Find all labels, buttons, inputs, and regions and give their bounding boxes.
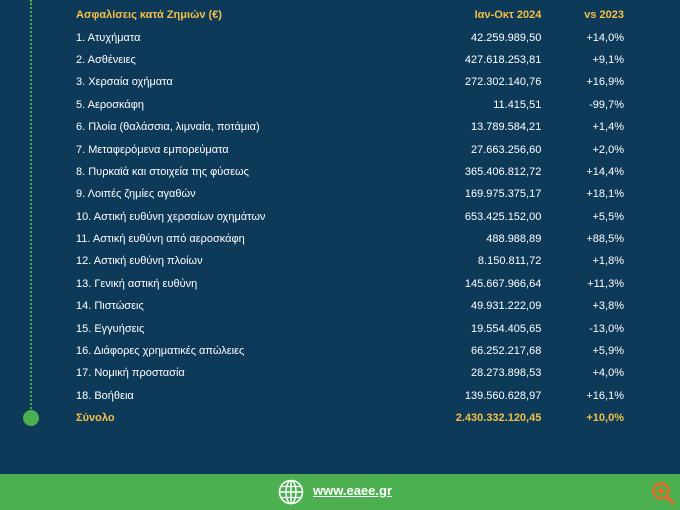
row-value: 27.663.256,60 — [470, 143, 542, 156]
table-row: 17. Νομική προστασία 28.273.898,53 +4,0% — [70, 362, 630, 384]
row-value: 488.988,89 — [486, 233, 542, 246]
row-value: 28.273.898,53 — [470, 367, 542, 380]
header-change: vs 2023 — [584, 9, 624, 22]
table-row: 18. Βοήθεια 139.560.628,97 +16,1% — [70, 385, 630, 407]
row-value: 11.415,51 — [493, 98, 542, 111]
total-change: +10,0% — [586, 412, 624, 425]
table-row: 14. Πιστώσεις 49.931.222,09 +3,8% — [70, 295, 630, 317]
row-value: 66.252.217,68 — [470, 345, 542, 358]
row-label: 10. Αστική ευθύνη χερσαίων οχημάτων — [76, 210, 266, 223]
row-label: 6. Πλοία (θαλάσσια, λιμναία, ποτάμια) — [76, 121, 260, 134]
row-value: 365.406.812,72 — [464, 165, 542, 178]
row-label: 11. Αστική ευθύνη από αεροσκάφη — [76, 233, 245, 246]
row-value: 8.150.811,72 — [477, 255, 542, 268]
row-change: +16,1% — [586, 389, 624, 402]
row-change: +14,4% — [586, 165, 624, 178]
total-row: Σύνολο 2.430.332.120,45 +10,0% — [70, 407, 630, 429]
row-value: 145.667.966,64 — [464, 277, 542, 290]
row-change: +5,5% — [592, 210, 625, 223]
row-change: +88,5% — [586, 233, 624, 246]
table-row: 11. Αστική ευθύνη από αεροσκάφη 488.988,8… — [70, 228, 630, 250]
table-row: 12. Αστική ευθύνη πλοίων 8.150.811,72 +1,8… — [70, 250, 630, 272]
row-change: -13,0% — [589, 322, 624, 335]
row-value: 427.618.253,81 — [464, 53, 542, 66]
row-change: +1,8% — [592, 255, 625, 268]
row-value: 139.560.628,97 — [464, 389, 542, 402]
timeline-line — [30, 0, 32, 412]
table-row: 9. Λοιπές ζημίες αγαθών 169.975.375,17 +18… — [70, 183, 630, 205]
row-change: +18,1% — [586, 188, 624, 201]
row-value: 13.789.584,21 — [470, 121, 542, 134]
row-label: 17. Νομική προστασία — [76, 367, 185, 380]
website-link[interactable]: www.eaee.gr — [313, 483, 392, 498]
total-value: 2.430.332.120,45 — [455, 412, 542, 425]
table-row: 10. Αστική ευθύνη χερσαίων οχημάτων 653.4… — [70, 206, 630, 228]
table-row: 8. Πυρκαϊά και στοιχεία της φύσεως 365.40… — [70, 161, 630, 183]
row-value: 272.302.140,76 — [464, 76, 542, 89]
header-period: Ιαν-Οκτ 2024 — [474, 9, 542, 22]
row-label: 12. Αστική ευθύνη πλοίων — [76, 255, 203, 268]
row-label: 16. Διάφορες χρηματικές απώλειες — [76, 345, 245, 358]
table-row: 3. Χερσαία οχήματα 272.302.140,76 +16,9% — [70, 71, 630, 93]
table-row: 6. Πλοία (θαλάσσια, λιμναία, ποτάμια) 13.… — [70, 116, 630, 138]
row-change: +1,4% — [592, 121, 625, 134]
row-label: 2. Ασθένειες — [76, 53, 136, 66]
row-value: 42.259.989,50 — [470, 31, 542, 44]
row-label: 14. Πιστώσεις — [76, 300, 144, 313]
row-label: 3. Χερσαία οχήματα — [76, 76, 173, 89]
row-change: +2,0% — [592, 143, 625, 156]
row-value: 169.975.375,17 — [464, 188, 542, 201]
footer-bar: www.eaee.gr — [0, 474, 680, 510]
row-value: 49.931.222,09 — [470, 300, 542, 313]
table-row: 5. Αεροσκάφη 11.415,51 -99,7% — [70, 94, 630, 116]
zoom-in-icon[interactable] — [651, 481, 675, 505]
row-label: 13. Γενική αστική ευθύνη — [76, 277, 198, 290]
table-row: 1. Ατυχήματα 42.259.989,50 +14,0% — [70, 26, 630, 48]
globe-icon — [278, 479, 304, 505]
row-change: +3,8% — [592, 300, 625, 313]
row-change: +14,0% — [586, 31, 624, 44]
table-row: 15. Εγγυήσεις 19.554.405,65 -13,0% — [70, 317, 630, 339]
row-label: 18. Βοήθεια — [76, 389, 134, 402]
table-row: 16. Διάφορες χρηματικές απώλειες 66.252.2… — [70, 340, 630, 362]
row-change: +16,9% — [586, 76, 624, 89]
row-change: +4,0% — [592, 367, 625, 380]
row-label: 7. Μεταφερόμενα εμπορεύματα — [76, 143, 229, 156]
timeline-dot — [23, 410, 39, 426]
table-row: 2. Ασθένειες 427.618.253,81 +9,1% — [70, 49, 630, 71]
row-label: 5. Αεροσκάφη — [76, 98, 145, 111]
table-header-row: Ασφαλίσεις κατά Ζημιών (€) Ιαν-Οκτ 2024 … — [70, 4, 630, 26]
row-label: 15. Εγγυήσεις — [76, 322, 145, 335]
row-value: 653.425.152,00 — [464, 210, 542, 223]
row-change: -99,7% — [589, 98, 624, 111]
total-label: Σύνολο — [76, 412, 115, 425]
table-row: 7. Μεταφερόμενα εμπορεύματα 27.663.256,60… — [70, 138, 630, 160]
row-label: 9. Λοιπές ζημίες αγαθών — [76, 188, 196, 201]
insurance-table: Ασφαλίσεις κατά Ζημιών (€) Ιαν-Οκτ 2024 … — [70, 4, 630, 429]
row-label: 1. Ατυχήματα — [76, 31, 141, 44]
row-change: +5,9% — [592, 345, 625, 358]
row-change: +9,1% — [592, 53, 625, 66]
table-row: 13. Γενική αστική ευθύνη 145.667.966,64 +1… — [70, 273, 630, 295]
header-category: Ασφαλίσεις κατά Ζημιών (€) — [76, 9, 222, 22]
row-change: +11,3% — [587, 277, 624, 290]
row-label: 8. Πυρκαϊά και στοιχεία της φύσεως — [76, 165, 249, 178]
row-value: 19.554.405,65 — [470, 322, 542, 335]
